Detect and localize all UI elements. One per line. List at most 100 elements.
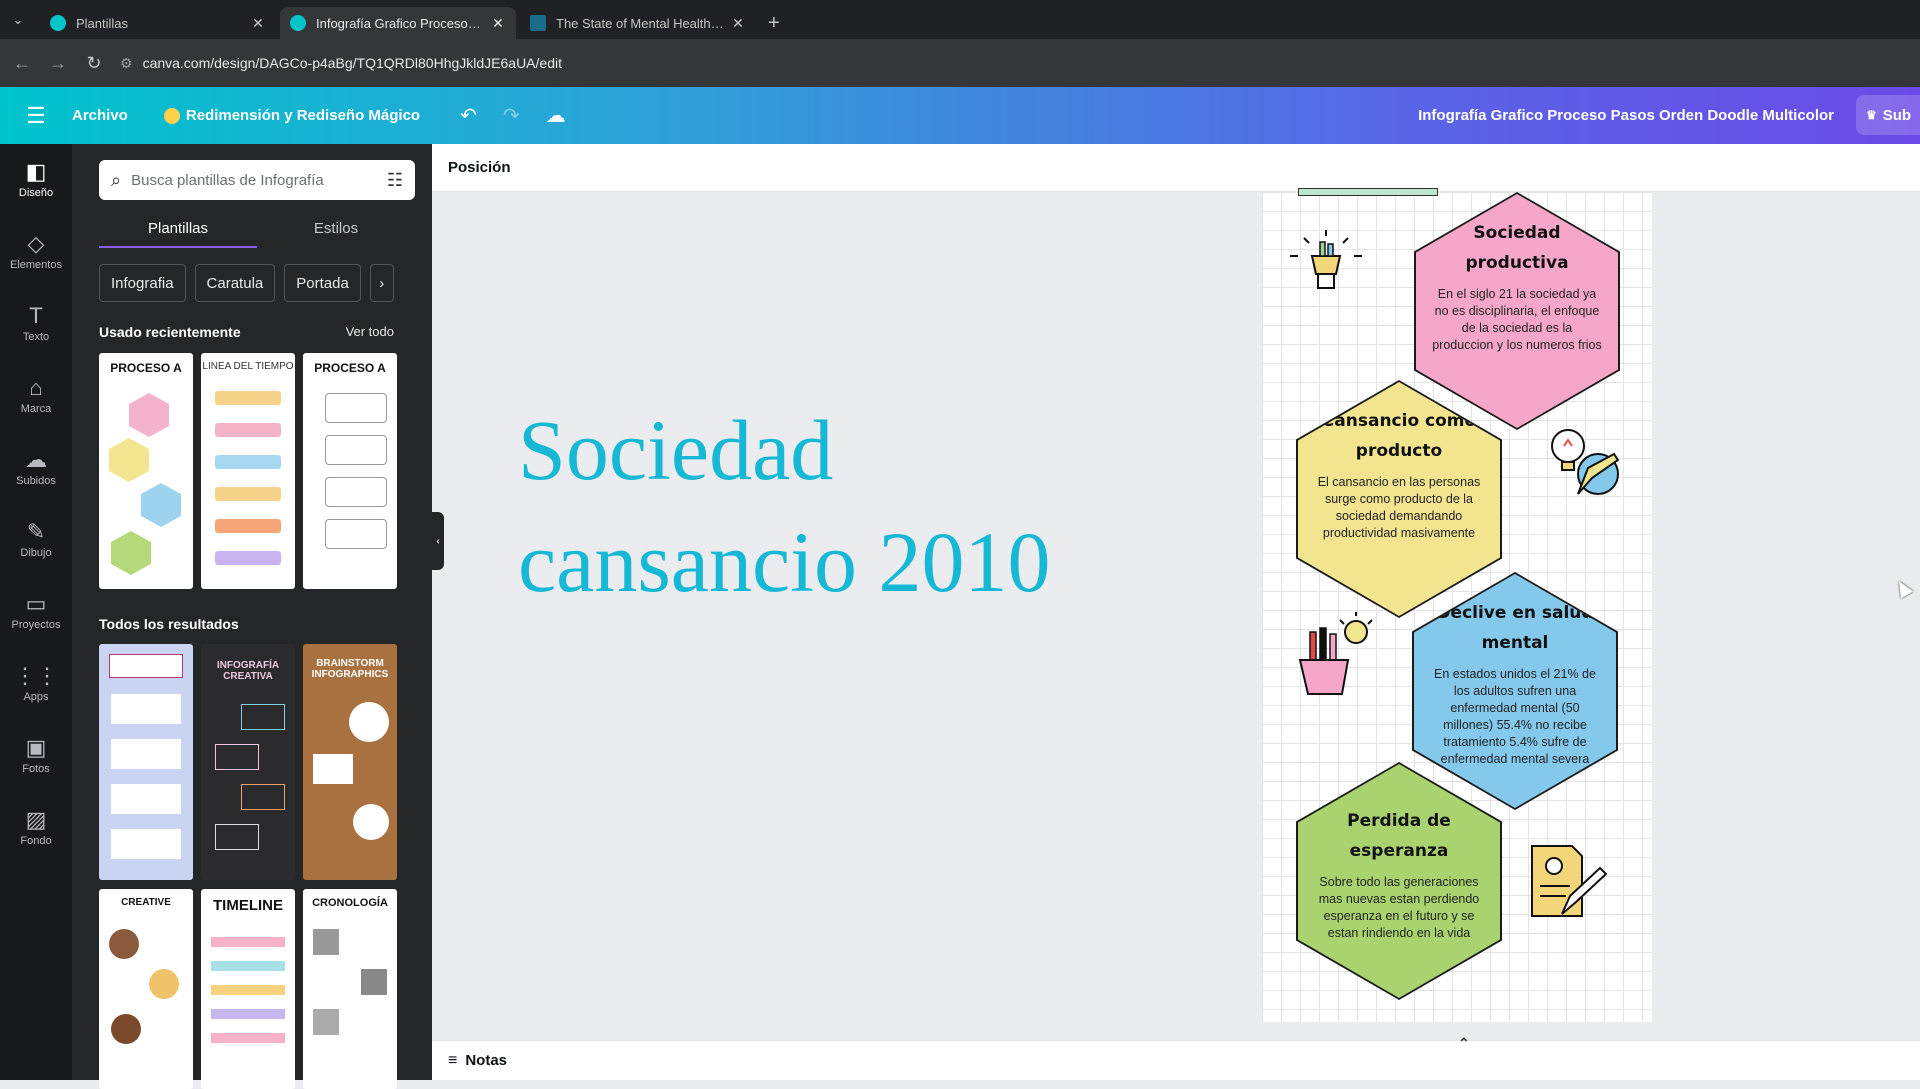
rail-item-dibujo[interactable]: ✎ Dibujo bbox=[0, 504, 72, 576]
url-field[interactable]: ⚙ canva.com/design/DAGCo-p4aBg/TQ1QRDl80… bbox=[120, 55, 562, 72]
thumbnail-box bbox=[111, 739, 181, 769]
thumbnail-box bbox=[111, 829, 181, 859]
rail-item-fotos[interactable]: ▣ Fotos bbox=[0, 720, 72, 792]
magic-resize-button[interactable]: Redimensión y Rediseño Mágico bbox=[163, 107, 420, 124]
filter-icon[interactable]: ☷ bbox=[387, 170, 403, 191]
thumbnail-box bbox=[215, 824, 259, 850]
template-thumbnail[interactable]: PROCESO A bbox=[303, 353, 397, 589]
step-hexagon[interactable]: Declive en salud mental En estados unido… bbox=[1412, 572, 1618, 810]
all-results-heading: Todos los resultados bbox=[99, 616, 239, 632]
rail-label: Fondo bbox=[20, 835, 52, 847]
forward-arrow-icon[interactable]: → bbox=[44, 49, 72, 77]
thumbnail-title: INFOGRAFÍA CREATIVA bbox=[216, 660, 280, 682]
thumbnail-title: CREATIVE bbox=[121, 897, 171, 908]
lightbulb-pencil-icon bbox=[1551, 429, 1620, 495]
template-thumbnail[interactable]: LINEA DEL TIEMPO bbox=[201, 353, 295, 589]
canva-favicon-icon bbox=[290, 15, 306, 31]
thumbnail-box bbox=[109, 654, 183, 678]
chip-portada[interactable]: Portada bbox=[284, 264, 361, 302]
search-placeholder: Busca plantillas de Infografía bbox=[131, 171, 324, 189]
close-tab-icon[interactable]: ✕ bbox=[730, 15, 746, 32]
chevron-right-icon[interactable]: › bbox=[369, 264, 394, 302]
tab-plantillas[interactable]: Plantillas bbox=[99, 214, 257, 248]
template-thumbnail[interactable] bbox=[99, 644, 193, 880]
thumbnail-circle bbox=[109, 929, 139, 959]
template-thumbnail[interactable]: TIMELINE bbox=[201, 889, 295, 1089]
rail-label: Dibujo bbox=[20, 547, 52, 559]
cloud-upload-icon: ☁ bbox=[25, 447, 47, 472]
rail-item-fondo[interactable]: ▨ Fondo bbox=[0, 792, 72, 864]
thumbnail-box bbox=[313, 754, 353, 784]
upgrade-button[interactable]: ♛ Sub bbox=[1856, 95, 1920, 135]
brand-icon: ⌂ bbox=[29, 375, 43, 400]
thumbnail-circle bbox=[353, 804, 389, 840]
rail-item-proyectos[interactable]: ▭ Proyectos bbox=[0, 576, 72, 648]
position-button[interactable]: Posición bbox=[448, 159, 511, 176]
browser-tab[interactable]: Plantillas ✕ bbox=[40, 7, 276, 39]
thumbnail-box bbox=[325, 393, 387, 423]
browser-tab[interactable]: The State of Mental Health in Am ✕ bbox=[520, 7, 756, 39]
thumbnail-hexagon bbox=[111, 531, 151, 575]
thumbnail-box bbox=[325, 435, 387, 465]
close-tab-icon[interactable]: ✕ bbox=[490, 15, 506, 32]
hexagon-body: Sobre todo las generaciones mas nuevas e… bbox=[1318, 875, 1480, 940]
infographic-page[interactable]: Sociedad productiva En el siglo 21 la so… bbox=[1262, 188, 1652, 1022]
notes-button[interactable]: Notas bbox=[465, 1052, 507, 1069]
top-shape bbox=[1298, 188, 1438, 196]
hexagon-body: En estados unidos el 21% de los adultos … bbox=[1434, 667, 1596, 766]
reload-icon[interactable]: ↻ bbox=[80, 49, 108, 77]
back-arrow-icon[interactable]: ← bbox=[8, 49, 36, 77]
hexagon-heading: Sociedad productiva bbox=[1465, 223, 1569, 273]
step-hexagon[interactable]: Sociedad productiva En el siglo 21 la so… bbox=[1414, 192, 1620, 430]
rail-item-apps[interactable]: ⋮⋮ Apps bbox=[0, 648, 72, 720]
tab-search-chevron-icon[interactable]: ⌄ bbox=[0, 0, 36, 39]
notes-icon[interactable]: ≡ bbox=[448, 1052, 457, 1070]
browser-tab-active[interactable]: Infografía Grafico Proceso Pasos ✕ bbox=[280, 7, 516, 39]
rail-item-subidos[interactable]: ☁ Subidos bbox=[0, 432, 72, 504]
cloud-saved-icon[interactable]: ☁ bbox=[546, 103, 566, 128]
step-hexagon[interactable]: Perdida de esperanza Sobre todo las gene… bbox=[1296, 762, 1502, 1000]
thumbnail-bar bbox=[215, 391, 281, 405]
chevron-up-icon[interactable]: ⌃ bbox=[1458, 1035, 1470, 1052]
thumbnail-bar bbox=[215, 519, 281, 533]
rail-item-diseno[interactable]: ◧ Diseño bbox=[0, 144, 72, 216]
chip-infografia[interactable]: Infografia bbox=[99, 264, 186, 302]
thumbnail-bar bbox=[215, 551, 281, 565]
collapse-panel-icon[interactable]: ‹ bbox=[432, 512, 444, 570]
rail-item-texto[interactable]: T Texto bbox=[0, 288, 72, 360]
undo-icon[interactable]: ↶ bbox=[460, 103, 477, 128]
context-toolbar: Posición bbox=[432, 144, 1920, 192]
rail-label: Texto bbox=[22, 331, 50, 343]
editor-header: ☰ Archivo Redimensión y Rediseño Mágico … bbox=[0, 87, 1920, 144]
thumbnail-box bbox=[325, 477, 387, 507]
template-thumbnail[interactable]: CRONOLOGÍA bbox=[303, 889, 397, 1089]
template-thumbnail[interactable]: CREATIVE bbox=[99, 889, 193, 1089]
hexagon-fill: Cansancio como producto El cansancio en … bbox=[1298, 382, 1500, 616]
pen-icon: ✎ bbox=[26, 519, 46, 544]
hexagon-fill: Declive en salud mental En estados unido… bbox=[1414, 574, 1616, 808]
crown-icon: ♛ bbox=[1866, 108, 1877, 122]
recent-heading: Usado recientemente bbox=[99, 324, 241, 340]
template-thumbnail[interactable]: BRAINSTORM INFOGRAPHICS bbox=[303, 644, 397, 880]
see-all-link[interactable]: Ver todo bbox=[346, 324, 394, 339]
template-thumbnail[interactable]: PROCESO A bbox=[99, 353, 193, 589]
chip-caratula[interactable]: Caratula bbox=[194, 264, 276, 302]
redo-icon[interactable]: ↷ bbox=[503, 103, 520, 128]
template-search-input[interactable]: ⌕ Busca plantillas de Infografía ☷ bbox=[99, 160, 415, 200]
template-thumbnail[interactable]: INFOGRAFÍA CREATIVA bbox=[201, 644, 295, 880]
site-info-icon[interactable]: ⚙ bbox=[120, 55, 133, 72]
rail-item-marca[interactable]: ⌂ Marca bbox=[0, 360, 72, 432]
hexagon-fill: Perdida de esperanza Sobre todo las gene… bbox=[1298, 764, 1500, 998]
new-tab-icon[interactable]: + bbox=[768, 7, 780, 39]
close-tab-icon[interactable]: ✕ bbox=[250, 15, 266, 32]
step-hexagon[interactable]: Cansancio como producto El cansancio en … bbox=[1296, 380, 1502, 618]
file-menu-button[interactable]: Archivo bbox=[72, 107, 128, 124]
thumbnail-title: LINEA DEL TIEMPO bbox=[202, 361, 294, 372]
document-title[interactable]: Infografía Grafico Proceso Pasos Orden D… bbox=[1418, 107, 1834, 124]
hamburger-icon[interactable]: ☰ bbox=[0, 103, 72, 129]
tab-estilos[interactable]: Estilos bbox=[257, 214, 415, 248]
rail-item-elementos[interactable]: ◇ Elementos bbox=[0, 216, 72, 288]
thumbnail-box bbox=[241, 704, 285, 730]
canvas-title-text[interactable]: Sociedad cansancio 2010 bbox=[518, 394, 1138, 618]
design-canvas[interactable]: ‹ Sociedad cansancio 2010 Sociedad produ… bbox=[432, 188, 1920, 1040]
